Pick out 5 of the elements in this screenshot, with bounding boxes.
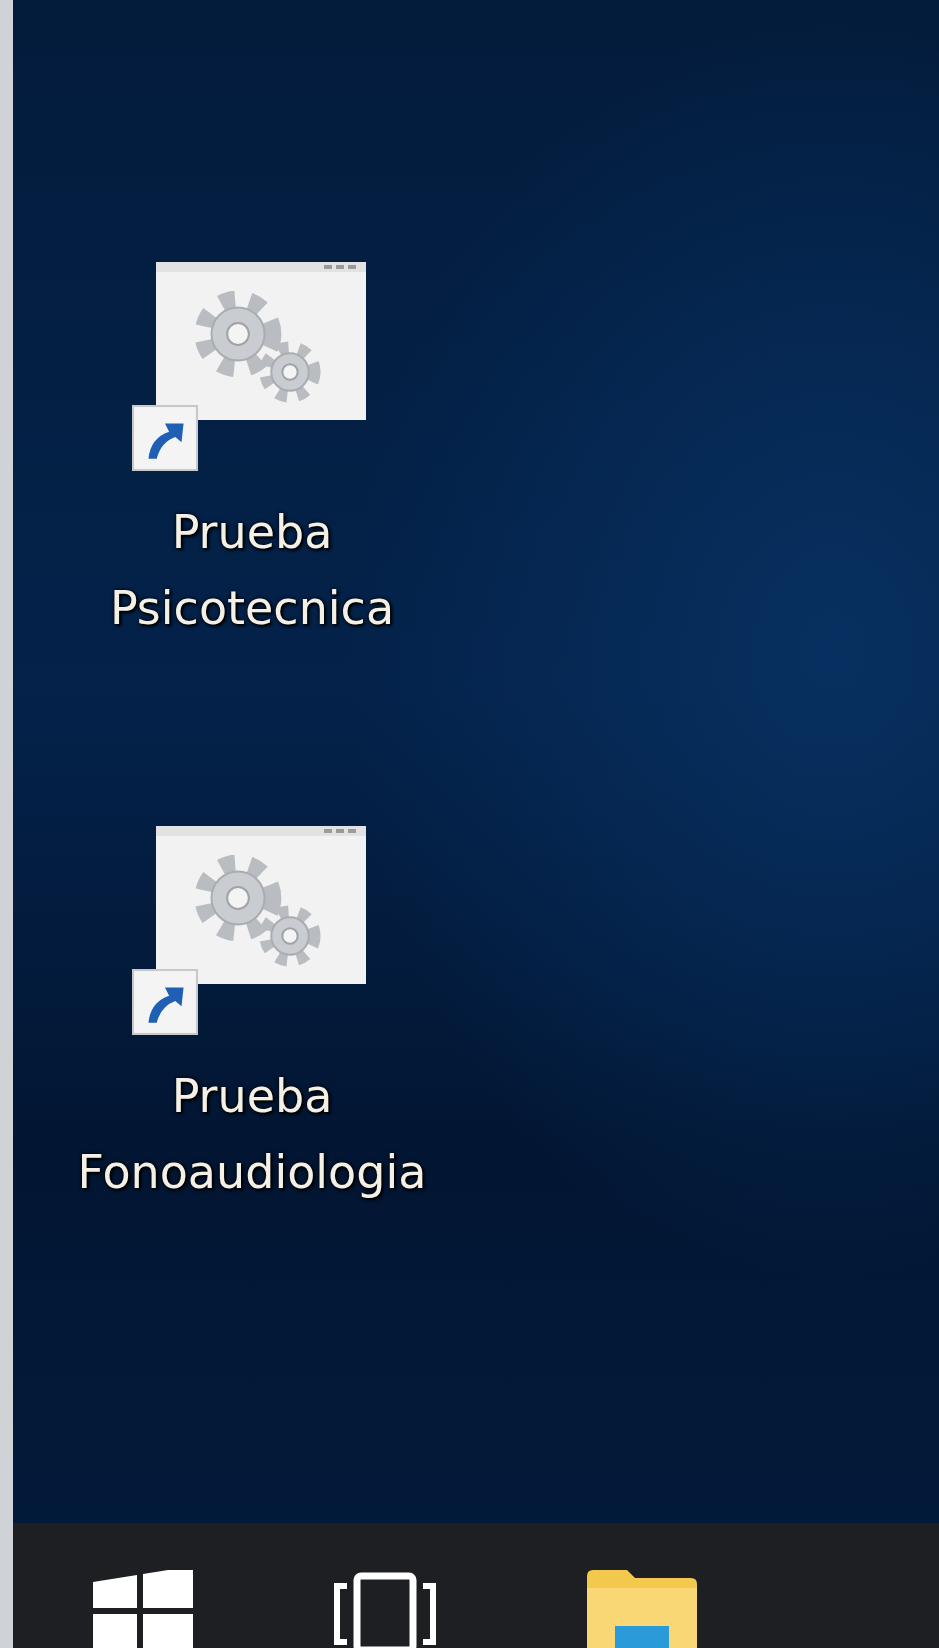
desktop-icon-label[interactable]: Prueba Fonoaudiologia — [77, 1058, 427, 1210]
windows-logo-icon[interactable] — [93, 1570, 193, 1648]
task-view-icon[interactable] — [333, 1570, 437, 1648]
desktop-icon-label[interactable]: Prueba Psicotecnica — [109, 494, 395, 646]
folder-icon[interactable] — [587, 1570, 697, 1648]
